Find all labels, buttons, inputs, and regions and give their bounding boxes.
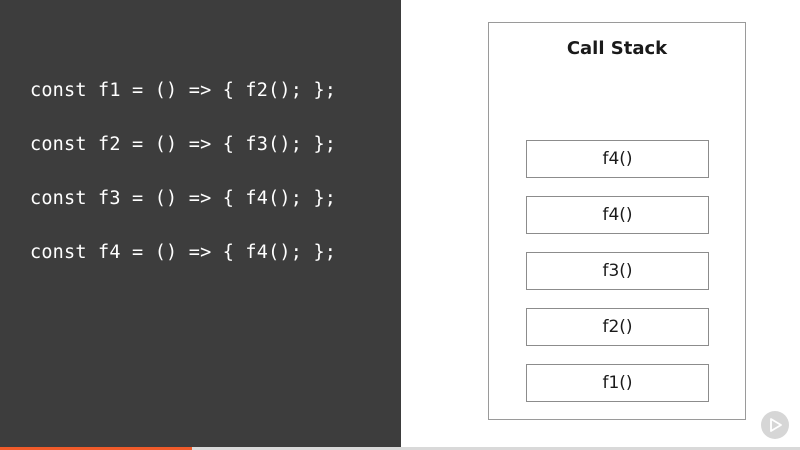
stack-frame-bottom: f1() — [526, 364, 709, 402]
code-line-f1: const f1 = () => { f2(); }; — [30, 80, 337, 101]
call-stack-box: Call Stack f4() f4() f3() f2() f1() — [488, 22, 746, 420]
code-line-f2: const f2 = () => { f3(); }; — [30, 134, 337, 155]
code-panel: const f1 = () => { f2(); }; const f2 = (… — [0, 0, 401, 450]
code-line-f4: const f4 = () => { f4(); }; — [30, 242, 337, 263]
play-logo-icon — [761, 411, 789, 439]
call-stack-title: Call Stack — [566, 38, 668, 59]
slide: const f1 = () => { f2(); }; const f2 = (… — [0, 0, 800, 450]
stack-frame-top: f4() — [526, 140, 709, 178]
code-line-f3: const f3 = () => { f4(); }; — [30, 188, 337, 209]
stack-frame: f4() — [526, 196, 709, 234]
stack-frame: f3() — [526, 252, 709, 290]
call-stack-frames: f4() f4() f3() f2() f1() — [526, 140, 709, 420]
code-block: const f1 = () => { f2(); }; const f2 = (… — [30, 78, 336, 294]
stack-frame: f2() — [526, 308, 709, 346]
